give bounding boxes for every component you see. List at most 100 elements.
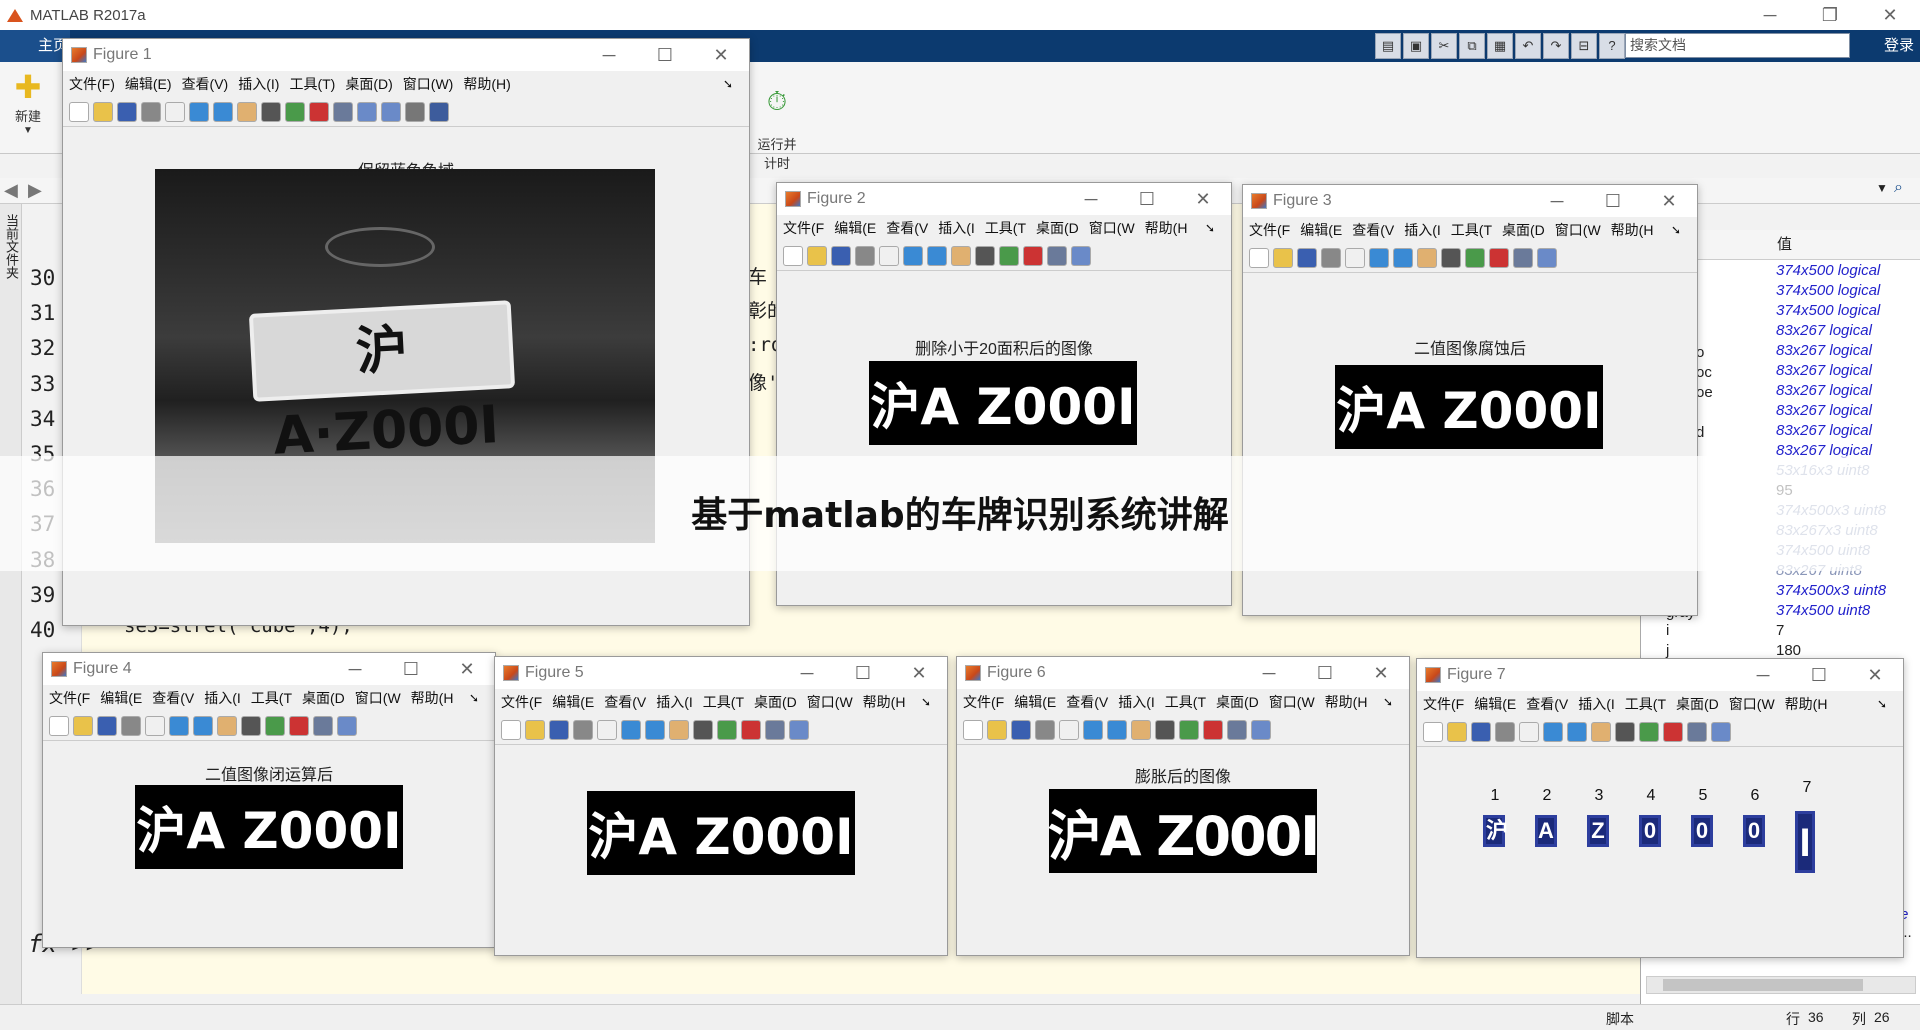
brush-icon[interactable] (1663, 721, 1683, 742)
minimize-icon[interactable]: ─ (581, 39, 637, 71)
new-figure-icon[interactable] (1423, 721, 1443, 742)
figure-menu-item[interactable]: 插入(I (1578, 696, 1615, 712)
menu-overflow-icon[interactable]: ➘ (723, 71, 733, 97)
figure-menu-item[interactable]: 帮助(H (863, 694, 906, 710)
print-icon[interactable] (1495, 721, 1515, 742)
brush-icon[interactable] (1023, 245, 1043, 266)
colorbar-icon[interactable] (357, 101, 377, 122)
figure-menu-item[interactable]: 桌面(D (1036, 220, 1079, 236)
new-figure-icon[interactable] (49, 715, 69, 736)
zoom-in-icon[interactable] (1369, 247, 1389, 268)
redo-icon[interactable]: ↷ (1543, 33, 1569, 59)
figure-menu-item[interactable]: 编辑(E (1014, 694, 1056, 710)
minimize-icon[interactable]: ─ (1529, 185, 1585, 217)
show-plot-tools-icon[interactable] (429, 101, 449, 122)
data-cursor-icon[interactable] (1639, 721, 1659, 742)
link-plot-icon[interactable] (1513, 247, 1533, 268)
figure-menu-item[interactable]: 窗口(W (1089, 220, 1135, 236)
figure-menu-item[interactable]: 插入(I) (238, 76, 279, 92)
pointer-icon[interactable] (1059, 719, 1079, 740)
pointer-icon[interactable] (1345, 247, 1365, 268)
zoom-out-icon[interactable] (927, 245, 947, 266)
colorbar-icon[interactable] (1711, 721, 1731, 742)
menu-overflow-icon[interactable]: ➘ (921, 689, 931, 715)
zoom-out-icon[interactable] (1393, 247, 1413, 268)
save-icon[interactable] (1471, 721, 1491, 742)
figure-menu-item[interactable]: 查看(V (152, 690, 194, 706)
zoom-out-icon[interactable] (1567, 721, 1587, 742)
minimize-icon[interactable]: ─ (1241, 657, 1297, 689)
figure-menu-item[interactable]: 查看(V (886, 220, 928, 236)
open-icon[interactable]: ▤ (1375, 33, 1401, 59)
zoom-in-icon[interactable] (621, 719, 641, 740)
figure-menu-item[interactable]: 窗口(W) (403, 76, 454, 92)
save-icon[interactable] (97, 715, 117, 736)
close-icon[interactable]: ✕ (1847, 659, 1903, 691)
figure-menu-item[interactable]: 编辑(E (1300, 222, 1342, 238)
menu-overflow-icon[interactable]: ➘ (1877, 691, 1887, 717)
dropdown-icon[interactable]: ▼ (1876, 181, 1888, 195)
figure-menu-item[interactable]: 帮助(H (1325, 694, 1368, 710)
zoom-out-icon[interactable] (1107, 719, 1127, 740)
figure-menu-item[interactable]: 插入(I (204, 690, 241, 706)
data-cursor-icon[interactable] (1179, 719, 1199, 740)
figure-menu-item[interactable]: 窗口(W (1555, 222, 1601, 238)
maximize-icon[interactable]: ☐ (835, 657, 891, 689)
figure-6-window[interactable]: Figure 6 ─ ☐ ✕ 文件(F 编辑(E 查看(V 插入(I 工具(T 桌面(D 窗口(W 帮… (956, 656, 1410, 956)
current-folder-side-tab[interactable]: 当前文件夹 (0, 204, 22, 1004)
brush-icon[interactable] (289, 715, 309, 736)
maximize-icon[interactable]: ☐ (1119, 183, 1175, 215)
link-plot-icon[interactable] (313, 715, 333, 736)
open-icon[interactable] (807, 245, 827, 266)
print-icon[interactable] (573, 719, 593, 740)
figure-menu-item[interactable]: 文件(F (1249, 222, 1290, 238)
copy-icon[interactable]: ⧉ (1459, 33, 1485, 59)
brush-icon[interactable] (309, 101, 329, 122)
colorbar-icon[interactable] (337, 715, 357, 736)
menu-overflow-icon[interactable]: ➘ (1383, 689, 1393, 715)
figure-menu-item[interactable]: 窗口(W (1729, 696, 1775, 712)
colorbar-icon[interactable] (1071, 245, 1091, 266)
cut-icon[interactable]: ✂ (1431, 33, 1457, 59)
maximize-icon[interactable]: ☐ (1297, 657, 1353, 689)
figure-menu-item[interactable]: 文件(F (49, 690, 90, 706)
open-icon[interactable] (1447, 721, 1467, 742)
figure-menu-item[interactable]: 工具(T (1165, 694, 1206, 710)
new-button[interactable]: ✚ 新建 ▼ (6, 68, 50, 136)
figure-menu-item[interactable]: 查看(V) (182, 76, 229, 92)
zoom-in-icon[interactable] (903, 245, 923, 266)
zoom-out-icon[interactable] (213, 101, 233, 122)
figure-menu-item[interactable]: 帮助(H (1145, 220, 1188, 236)
figure-menu-item[interactable]: 桌面(D (1216, 694, 1259, 710)
figure-menu-item[interactable]: 帮助(H (1785, 696, 1828, 712)
figure-menu-item[interactable]: 查看(V (604, 694, 646, 710)
figure-menu-item[interactable]: 桌面(D (1502, 222, 1545, 238)
legend-icon[interactable] (381, 101, 401, 122)
undo-icon[interactable]: ↶ (1515, 33, 1541, 59)
figure-menu-item[interactable]: 插入(I (656, 694, 693, 710)
menu-overflow-icon[interactable]: ➘ (1205, 215, 1215, 241)
save-icon[interactable] (1011, 719, 1031, 740)
maximize-icon[interactable]: ☐ (637, 39, 693, 71)
figure-menu-item[interactable]: 桌面(D (754, 694, 797, 710)
pan-icon[interactable] (217, 715, 237, 736)
figure-menu-item[interactable]: 查看(V (1352, 222, 1394, 238)
figure-menu-item[interactable]: 桌面(D) (345, 76, 392, 92)
figure-menu-item[interactable]: 窗口(W (355, 690, 401, 706)
figure-menu-item[interactable]: 帮助(H (411, 690, 454, 706)
pan-icon[interactable] (1417, 247, 1437, 268)
run-and-time-button[interactable]: ⏱ 运行并 计时 (752, 68, 802, 187)
open-icon[interactable] (525, 719, 545, 740)
open-icon[interactable] (93, 101, 113, 122)
figure-menu-item[interactable]: 插入(I (938, 220, 975, 236)
pointer-icon[interactable] (165, 101, 185, 122)
new-figure-icon[interactable] (69, 101, 89, 122)
data-cursor-icon[interactable] (265, 715, 285, 736)
link-plot-icon[interactable] (333, 101, 353, 122)
figure-menu-item[interactable]: 工具(T (703, 694, 744, 710)
rotate-icon[interactable] (1615, 721, 1635, 742)
close-icon[interactable]: ✕ (1175, 183, 1231, 215)
rotate-icon[interactable] (975, 245, 995, 266)
figure-menu-item[interactable]: 文件(F (963, 694, 1004, 710)
figure-menu-item[interactable]: 文件(F) (69, 76, 115, 92)
